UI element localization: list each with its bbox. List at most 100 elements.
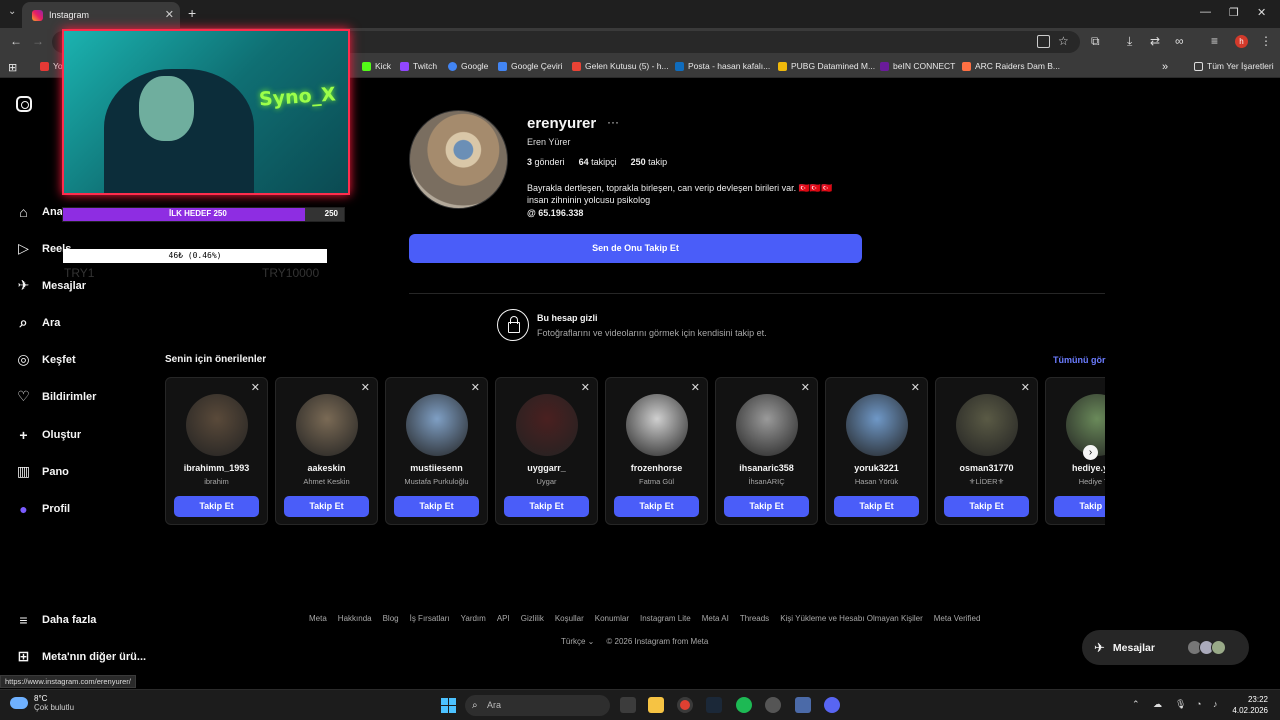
suggestion-follow-button[interactable]: Takip Et (174, 496, 259, 517)
new-tab-button[interactable]: + (188, 5, 196, 21)
suggestion-username[interactable]: hediye.yo... (1046, 463, 1105, 473)
minimize-icon[interactable]: — (1200, 6, 1211, 18)
dismiss-icon[interactable]: ✕ (471, 381, 480, 394)
dismiss-icon[interactable]: ✕ (251, 381, 260, 394)
sidebar-item-search[interactable]: ⌕ Ara (15, 314, 61, 331)
following-stat[interactable]: 250 takip (631, 157, 668, 167)
suggestion-username[interactable]: ibrahimm_1993 (166, 463, 267, 473)
language-selector[interactable]: Türkçe ⌄ (561, 637, 594, 646)
sidebar-item-meta-products[interactable]: ⊞ Meta'nın diğer ürü... (15, 648, 146, 665)
bookmark-kick[interactable]: Kick (362, 61, 391, 71)
suggestion-username[interactable]: yoruk3221 (826, 463, 927, 473)
footer-link[interactable]: Threads (740, 614, 769, 623)
install-app-icon[interactable] (1037, 35, 1050, 48)
dismiss-icon[interactable]: ✕ (1021, 381, 1030, 394)
media-control-icon[interactable]: ≡ (1211, 34, 1218, 48)
suggestion-card[interactable]: ✕ uyggarr_ Uygar Takip Et (495, 377, 598, 525)
bookmark-star-icon[interactable]: ☆ (1058, 34, 1069, 48)
bookmark-google-translate[interactable]: Google Çeviri (498, 61, 563, 71)
dismiss-icon[interactable]: ✕ (361, 381, 370, 394)
footer-link[interactable]: İş Fırsatları (410, 614, 450, 623)
browser-profile-avatar[interactable]: h (1235, 35, 1248, 48)
suggestion-follow-button[interactable]: Takip Et (394, 496, 479, 517)
task-view-icon[interactable] (620, 697, 636, 713)
spotify-icon[interactable] (736, 697, 752, 713)
bookmark-arc-raiders[interactable]: ARC Raiders Dam B... (962, 61, 1060, 71)
window-close-icon[interactable]: ✕ (1257, 6, 1266, 19)
suggestion-card[interactable]: ✕ mustiiesenn Mustafa Purkuloğlu Takip Et (385, 377, 488, 525)
browser-tab-instagram[interactable]: Instagram ✕ (22, 2, 180, 28)
suggestion-username[interactable]: osman31770 (936, 463, 1037, 473)
weather-widget[interactable]: 8°C Çok bulutlu (10, 694, 74, 712)
suggestion-card[interactable]: ✕ aakeskin Ahmet Keskin Takip Et (275, 377, 378, 525)
bookmark-pubg[interactable]: PUBG Datamined M... (778, 61, 875, 71)
suggestion-follow-button[interactable]: Takip Et (944, 496, 1029, 517)
footer-link[interactable]: Hakkında (338, 614, 372, 623)
chrome-icon[interactable] (677, 697, 693, 713)
suggestion-card[interactable]: ✕ ihsanaric358 İhsanARIÇ Takip Et (715, 377, 818, 525)
suggestion-username[interactable]: mustiiesenn (386, 463, 487, 473)
sidebar-item-more[interactable]: ≡ Daha fazla (15, 611, 96, 628)
sidebar-item-explore[interactable]: ◎ Keşfet (15, 351, 75, 368)
tray-expand-icon[interactable]: ⌃ (1132, 699, 1140, 710)
bookmarks-overflow-icon[interactable]: » (1162, 61, 1168, 73)
suggestion-follow-button[interactable]: Takip Et (724, 496, 809, 517)
restore-icon[interactable]: ❐ (1229, 6, 1239, 19)
suggestion-avatar[interactable] (186, 394, 248, 456)
sidebar-item-notifications[interactable]: ♡ Bildirimler (15, 388, 96, 405)
dismiss-icon[interactable]: ✕ (911, 381, 920, 394)
follow-button[interactable]: Sen de Onu Takip Et (409, 234, 862, 263)
footer-link[interactable]: API (497, 614, 510, 623)
sidebar-item-dashboard[interactable]: ▥ Pano (15, 463, 69, 480)
taskbar-search[interactable]: ⌕ Ara (465, 695, 610, 716)
footer-link[interactable]: Kişi Yükleme ve Hesabı Olmayan Kişiler (780, 614, 923, 623)
sidebar-item-home[interactable]: ⌂ Ana (15, 203, 63, 220)
suggestion-avatar[interactable] (296, 394, 358, 456)
tab-close-icon[interactable]: ✕ (165, 8, 174, 21)
suggestion-follow-button[interactable]: Takip Et (504, 496, 589, 517)
obs-icon[interactable] (765, 697, 781, 713)
suggestion-avatar[interactable] (516, 394, 578, 456)
microphone-icon[interactable]: 🎙 (1175, 699, 1186, 710)
footer-link[interactable]: Blog (383, 614, 399, 623)
bookmark-outlook[interactable]: Posta - hasan kafalı... (675, 61, 770, 71)
dismiss-icon[interactable]: ✕ (581, 381, 590, 394)
volume-icon[interactable]: ♪ (1213, 699, 1218, 709)
tab-search-icon[interactable]: ⌄ (8, 6, 16, 17)
dismiss-icon[interactable]: ✕ (691, 381, 700, 394)
download-icon[interactable]: ⤓ (1127, 34, 1132, 49)
bookmark-youtube[interactable]: Yo (40, 61, 63, 71)
sidebar-item-profile[interactable]: ● Profil (15, 500, 70, 517)
extensions-icon[interactable]: ⧉ (1091, 34, 1100, 49)
profile-options-icon[interactable]: ··· (607, 115, 619, 129)
suggestion-card[interactable]: ✕ osman31770 ⚜LİDER⚜ Takip Et (935, 377, 1038, 525)
suggestion-avatar[interactable] (736, 394, 798, 456)
suggestion-card[interactable]: ✕ frozenhorse Fatma Gül Takip Et (605, 377, 708, 525)
windows-start-icon[interactable] (441, 698, 456, 713)
carousel-next-icon[interactable]: › (1083, 445, 1098, 460)
link-icon[interactable]: ∞ (1175, 34, 1184, 48)
suggestion-follow-button[interactable]: Takip Et (1054, 496, 1105, 517)
back-icon[interactable]: ← (10, 34, 22, 48)
app-icon[interactable] (795, 697, 811, 713)
profile-picture[interactable] (409, 110, 508, 209)
instagram-logo-icon[interactable] (16, 96, 32, 112)
suggestion-avatar[interactable] (956, 394, 1018, 456)
suggestion-avatar[interactable] (406, 394, 468, 456)
bookmark-gmail[interactable]: Gelen Kutusu (5) - h... (572, 61, 669, 71)
suggestion-follow-button[interactable]: Takip Et (614, 496, 699, 517)
translate-icon[interactable]: ⇄ (1150, 34, 1160, 48)
suggestion-follow-button[interactable]: Takip Et (284, 496, 369, 517)
onedrive-icon[interactable]: ☁ (1153, 699, 1162, 710)
footer-link[interactable]: Konumlar (595, 614, 629, 623)
suggestion-username[interactable]: frozenhorse (606, 463, 707, 473)
footer-link[interactable]: Yardım (461, 614, 486, 623)
wifi-icon[interactable]: ◔ (1196, 699, 1201, 709)
bookmark-twitch[interactable]: Twitch (400, 61, 437, 71)
discord-icon[interactable] (824, 697, 840, 713)
taskbar-clock[interactable]: 23:22 4.02.2026 (1232, 694, 1268, 716)
footer-link[interactable]: Gizlilik (521, 614, 544, 623)
see-all-link[interactable]: Tümünü gör (1053, 355, 1106, 365)
apps-grid-icon[interactable]: ⊞ (8, 61, 17, 74)
bookmark-bein[interactable]: beIN CONNECT (880, 61, 955, 71)
